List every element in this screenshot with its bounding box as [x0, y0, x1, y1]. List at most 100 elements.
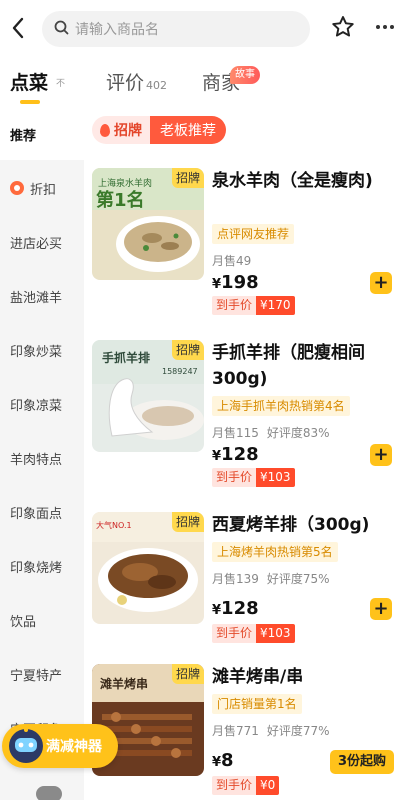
monthly-sales: 月售771 [212, 724, 259, 738]
dish-tag: 门店销量第1名 [212, 694, 302, 714]
sidebar-item-bbq[interactable]: 印象烧烤 [0, 540, 84, 592]
sidebar-item-label: 折扣 [30, 182, 57, 198]
signature-badge: 招牌 [171, 664, 204, 684]
scroll-indicator [36, 786, 62, 800]
sidebar-item-cold-dishes[interactable]: 印象凉菜 [0, 378, 84, 430]
sidebar-item-label: 进店必买 [10, 236, 63, 252]
dish-price: ¥128 [212, 598, 259, 619]
sidebar-item-label: 羊肉特点 [10, 452, 63, 468]
robot-icon [9, 726, 43, 763]
dish-item[interactable]: 大气NO.1 招牌 西夏烤羊排（300g) 上海烤羊肉热销第5名 月售139 好评… [92, 512, 394, 682]
tab-order[interactable]: 点菜 不 [10, 68, 65, 104]
more-options-icon[interactable] [372, 14, 398, 40]
add-to-cart-button[interactable]: + [370, 598, 392, 620]
story-badge: 故事 [230, 66, 260, 84]
svg-text:第1名: 第1名 [96, 189, 145, 211]
final-price: 到手价 ¥170 [212, 296, 295, 315]
sidebar-item-label: 印象烧烤 [10, 560, 63, 576]
signature-badge: 招牌 [171, 168, 204, 188]
sidebar-item-discount[interactable]: 折扣 [0, 162, 84, 214]
tab-review-label: 评价 [106, 72, 145, 94]
final-price: 到手价 ¥0 [212, 776, 280, 795]
dish-name: 滩羊烤串/串 [212, 667, 304, 687]
sidebar-item-noodles[interactable]: 印象面点 [0, 486, 84, 538]
section-header: 招牌 老板推荐 [92, 116, 226, 144]
final-price-label: 到手价 [212, 468, 257, 487]
dish-image: 手抓羊排 1589247 招牌 [92, 340, 204, 452]
final-price-label: 到手价 [212, 624, 257, 643]
dish-list: 招牌 老板推荐 上海泉水羊肉 第1名 招牌 泉水羊肉（全是瘦肉) 点评网友推荐 … [84, 108, 402, 800]
dish-stats: 月售115 好评度83% [212, 424, 330, 441]
sidebar-item-drinks[interactable]: 饮品 [0, 594, 84, 646]
tab-order-sub: 不 [56, 79, 66, 89]
dish-tag: 上海手抓羊肉热销第4名 [212, 396, 350, 416]
favorite-star-icon[interactable] [330, 14, 356, 40]
sidebar-item-label: 印象凉菜 [10, 398, 63, 414]
search-input[interactable]: 请输入商品名 [42, 11, 310, 47]
final-price-value: ¥103 [256, 624, 295, 643]
sidebar-item-lamb-specials[interactable]: 羊肉特点 [0, 432, 84, 484]
sidebar-item-label: 印象面点 [10, 506, 63, 522]
boss-recommend-label: 老板推荐 [150, 116, 226, 144]
dish-item[interactable]: 手抓羊排 1589247 招牌 手抓羊排（肥瘦相间300g) 上海手抓羊肉热销第… [92, 340, 394, 510]
final-price-value: ¥0 [256, 776, 280, 795]
sidebar-item-ningxia-specialty[interactable]: 宁夏特产 [0, 648, 84, 700]
add-to-cart-button[interactable]: + [370, 272, 392, 294]
dish-item[interactable]: 上海泉水羊肉 第1名 招牌 泉水羊肉（全是瘦肉) 点评网友推荐 月售49 ¥19… [92, 168, 394, 338]
monthly-sales: 月售139 [212, 572, 259, 586]
final-price-label: 到手价 [212, 296, 257, 315]
final-price-label: 到手价 [212, 776, 257, 795]
svg-text:滩羊烤串: 滩羊烤串 [100, 676, 148, 691]
svg-text:上海泉水羊肉: 上海泉水羊肉 [98, 177, 152, 189]
sidebar-item-label: 印象炒菜 [10, 344, 63, 360]
flame-icon [100, 123, 110, 137]
dish-stats: 月售49 [212, 252, 251, 269]
discount-helper-label: 满减神器 [46, 739, 102, 755]
discount-helper-button[interactable]: 满减神器 [2, 724, 118, 768]
sidebar-item-stir-fry[interactable]: 印象炒菜 [0, 324, 84, 376]
min-order-button[interactable]: 3份起购 [329, 750, 394, 774]
final-price: 到手价 ¥103 [212, 624, 295, 643]
sidebar-item-label: 饮品 [10, 614, 37, 630]
dish-item[interactable]: 滩羊烤串 招牌 滩羊烤串/串 门店销量第1名 月售771 好评度77% ¥8 到手… [92, 664, 394, 800]
sidebar-item-label: 盐池滩羊 [10, 290, 63, 306]
dish-price: ¥8 [212, 750, 234, 771]
dish-price: ¥198 [212, 272, 259, 293]
rating: 好评度75% [266, 572, 330, 586]
price-value: 128 [221, 444, 259, 465]
signature-label: 招牌 [92, 116, 150, 144]
sidebar-item-label: 推荐 [10, 128, 37, 144]
price-value: 198 [221, 272, 259, 293]
final-price-value: ¥170 [256, 296, 295, 315]
dish-tag: 上海烤羊肉热销第5名 [212, 542, 338, 562]
price-value: 128 [221, 598, 259, 619]
discount-icon [10, 181, 24, 195]
tab-review[interactable]: 评价 402 [106, 68, 167, 95]
rating: 好评度83% [266, 426, 330, 440]
review-count: 402 [146, 79, 168, 92]
svg-text:1589247: 1589247 [162, 367, 198, 376]
back-arrow-icon[interactable] [6, 14, 30, 42]
sidebar-item-recommend[interactable]: 推荐 [0, 108, 84, 160]
top-bar: 请输入商品名 [0, 0, 402, 56]
signature-badge: 招牌 [171, 512, 204, 532]
dish-stats: 月售139 好评度75% [212, 570, 330, 587]
rating: 好评度77% [266, 724, 330, 738]
sidebar-item-label: 宁夏特产 [10, 668, 63, 684]
tab-bar: 点菜 不 评价 402 商家 故事 [0, 58, 402, 108]
dish-name: 泉水羊肉（全是瘦肉) [212, 171, 373, 191]
active-tab-indicator [20, 100, 40, 104]
sidebar-item-yanchi-lamb[interactable]: 盐池滩羊 [0, 270, 84, 322]
monthly-sales: 月售115 [212, 426, 259, 440]
dish-stats: 月售771 好评度77% [212, 722, 330, 739]
signature-badge: 招牌 [171, 340, 204, 360]
tab-order-label: 点菜 [10, 72, 49, 94]
add-to-cart-button[interactable]: + [370, 444, 392, 466]
monthly-sales: 月售49 [212, 254, 252, 268]
svg-text:大气NO.1: 大气NO.1 [96, 520, 132, 530]
dish-tag: 点评网友推荐 [212, 224, 295, 244]
signature-text: 招牌 [114, 123, 142, 139]
category-sidebar: 推荐 折扣 进店必买 盐池滩羊 印象炒菜 印象凉菜 羊肉特点 印象面点 印象烧烤… [0, 108, 84, 800]
sidebar-item-must-buy[interactable]: 进店必买 [0, 216, 84, 268]
dish-image: 大气NO.1 招牌 [92, 512, 204, 624]
